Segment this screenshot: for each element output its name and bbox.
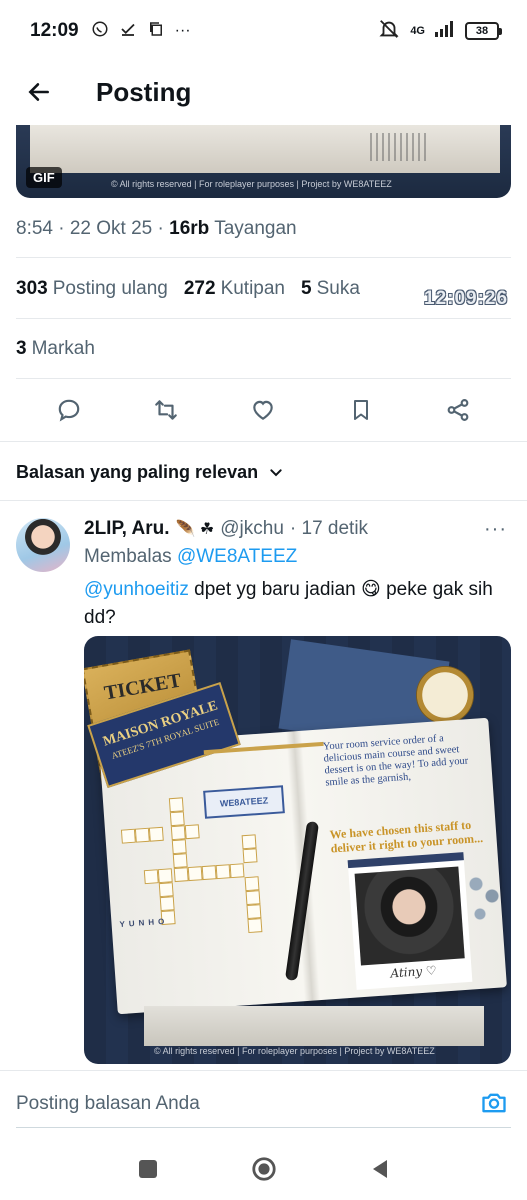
divider <box>16 257 511 258</box>
name-emoji: 🪶 ☘ <box>175 521 215 538</box>
page-header: Posting <box>0 62 527 122</box>
photo-portrait <box>354 866 465 966</box>
post-actions <box>0 390 527 430</box>
divider <box>16 378 511 379</box>
network-label: 4G <box>410 25 425 37</box>
screen-clock-overlay: 12:09:26 <box>424 288 509 309</box>
whatsapp-icon <box>91 20 109 43</box>
newspaper-graphic <box>144 1006 484 1046</box>
home-button[interactable] <box>251 1156 277 1182</box>
status-bar: 12:09 ··· 4G 38 <box>0 0 527 62</box>
reply-author-handle[interactable]: @jkchu <box>220 518 284 540</box>
reply-header: 2LIP, Aru. 🪶 ☘ @jkchu · 17 detik <box>84 518 368 540</box>
gif-badge: GIF <box>26 167 62 188</box>
likes-stat[interactable]: 5 Suka <box>301 278 360 300</box>
back-button[interactable] <box>22 75 56 109</box>
download-done-icon <box>119 20 137 43</box>
camera-icon <box>482 1093 506 1113</box>
crossword-word: YUNHO <box>119 916 169 930</box>
share-icon[interactable] <box>443 395 473 425</box>
pocket-watch-graphic <box>416 666 474 724</box>
post-timestamp-views: 8:54 · 22 Okt 25 · 16rb Tayangan <box>16 218 297 240</box>
square-icon <box>138 1160 157 1178</box>
more-notifications-icon: ··· <box>174 22 191 39</box>
arrow-left-icon <box>28 83 49 101</box>
circle-icon <box>251 1157 276 1181</box>
newspaper-graphic <box>30 125 500 173</box>
like-icon[interactable] <box>248 395 278 425</box>
battery-icon: 38 <box>465 22 502 40</box>
system-nav-bar <box>0 1138 527 1200</box>
sort-label: Balasan yang paling relevan <box>16 462 259 482</box>
divider <box>0 441 527 442</box>
more-options-icon[interactable]: ··· <box>484 518 507 541</box>
copy-icon <box>147 20 165 43</box>
status-time: 12:09 <box>30 20 79 41</box>
reply-time: · 17 detik <box>289 518 369 539</box>
image-credit: © All rights reserved | For roleplayer p… <box>154 1046 435 1056</box>
bookmark-icon[interactable] <box>346 395 376 425</box>
chevron-down-icon <box>270 468 282 476</box>
camera-button[interactable] <box>480 1089 510 1119</box>
replying-to-link[interactable]: @WE8ATEEZ <box>177 546 297 567</box>
recents-button[interactable] <box>135 1156 161 1182</box>
mute-bell-icon <box>378 18 400 45</box>
bookmarks-stat[interactable]: 3 Markah <box>16 338 95 360</box>
replying-to: Membalas @WE8ATEEZ <box>84 546 297 568</box>
flowers-graphic <box>464 866 504 926</box>
reply-icon[interactable] <box>54 395 84 425</box>
post-media[interactable]: GIF © All rights reserved | For roleplay… <box>16 125 511 198</box>
reply-composer: Posting balasan Anda <box>0 1070 527 1136</box>
page-title: Posting <box>96 76 192 107</box>
reply-image[interactable]: TICKET MAISON ROYALE ATEEZ'S 7TH ROYAL S… <box>84 636 511 1064</box>
reply-sort-dropdown[interactable]: Balasan yang paling relevan <box>16 462 284 483</box>
post-time-date: 8:54 · 22 Okt 25 · <box>16 218 170 239</box>
reply-author-name[interactable]: 2LIP, Aru. <box>84 518 170 540</box>
signal-icon <box>435 20 455 42</box>
photo-signature: Atiny ♡ <box>390 963 438 981</box>
triangle-back-icon <box>372 1160 387 1178</box>
post-stats: 303 Posting ulang 272 Kutipan 5 Suka <box>16 278 360 300</box>
avatar[interactable] <box>16 518 70 572</box>
repost-icon[interactable] <box>151 395 181 425</box>
mention-link[interactable]: @yunhoeitiz <box>84 579 189 600</box>
status-right: 4G 38 <box>378 18 502 45</box>
views-count: 16rb <box>169 218 210 239</box>
replying-prefix: Membalas <box>84 546 172 567</box>
reposts-stat[interactable]: 303 Posting ulang <box>16 278 168 300</box>
composer-underline <box>16 1127 511 1128</box>
back-nav-button[interactable] <box>367 1156 393 1182</box>
divider <box>0 500 527 501</box>
crossword-grid: YUNHO <box>119 791 289 952</box>
quotes-stat[interactable]: 272 Kutipan <box>184 278 285 300</box>
reply-input[interactable]: Posting balasan Anda <box>16 1093 200 1115</box>
reply-text: @yunhoeitiz dpet yg baru jadian 😋 peke g… <box>84 576 504 632</box>
status-notification-icons: ··· <box>91 20 191 43</box>
divider <box>16 318 511 319</box>
views-label: Tayangan <box>214 218 297 239</box>
photo-card: Atiny ♡ <box>347 852 473 990</box>
media-credit: © All rights reserved | For roleplayer p… <box>111 179 392 189</box>
